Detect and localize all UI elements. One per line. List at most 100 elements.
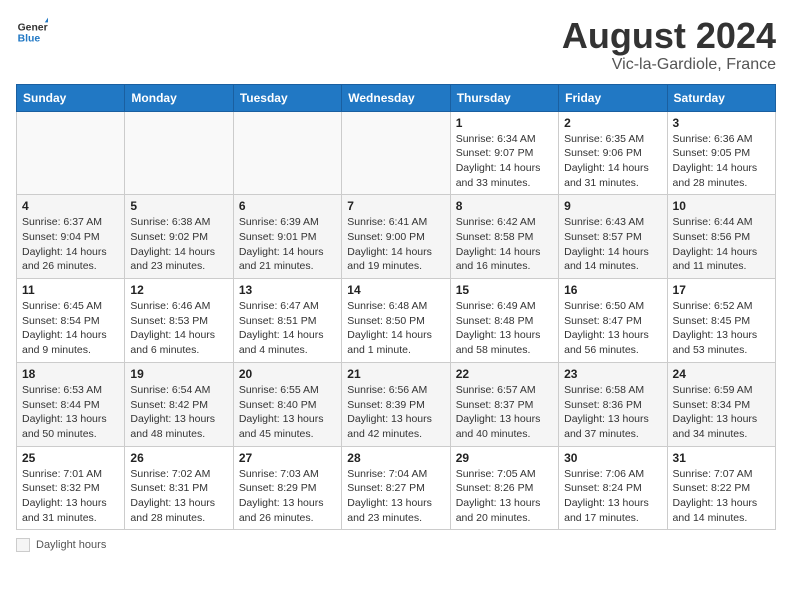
calendar-cell: 14 Sunrise: 6:48 AM Sunset: 8:50 PM Dayli… [342,279,450,363]
day-info: Sunrise: 6:58 AM Sunset: 8:36 PM Dayligh… [564,383,661,442]
day-info: Sunrise: 6:53 AM Sunset: 8:44 PM Dayligh… [22,383,119,442]
day-number: 22 [456,367,553,381]
calendar-cell: 16 Sunrise: 6:50 AM Sunset: 8:47 PM Dayli… [559,279,667,363]
day-number: 23 [564,367,661,381]
day-info: Sunrise: 7:02 AM Sunset: 8:31 PM Dayligh… [130,467,227,526]
day-info: Sunrise: 6:38 AM Sunset: 9:02 PM Dayligh… [130,215,227,274]
day-info: Sunrise: 6:39 AM Sunset: 9:01 PM Dayligh… [239,215,336,274]
day-number: 25 [22,451,119,465]
header-cell-thursday: Thursday [450,84,558,111]
calendar-subtitle: Vic-la-Gardiole, France [562,56,776,74]
header-cell-sunday: Sunday [17,84,125,111]
header-cell-saturday: Saturday [667,84,775,111]
day-number: 5 [130,199,227,213]
day-info: Sunrise: 6:45 AM Sunset: 8:54 PM Dayligh… [22,299,119,358]
day-info: Sunrise: 7:05 AM Sunset: 8:26 PM Dayligh… [456,467,553,526]
day-info: Sunrise: 6:42 AM Sunset: 8:58 PM Dayligh… [456,215,553,274]
legend-box [16,538,30,552]
day-info: Sunrise: 6:37 AM Sunset: 9:04 PM Dayligh… [22,215,119,274]
day-info: Sunrise: 6:52 AM Sunset: 8:45 PM Dayligh… [673,299,770,358]
calendar-cell: 31 Sunrise: 7:07 AM Sunset: 8:22 PM Dayli… [667,446,775,530]
day-info: Sunrise: 6:49 AM Sunset: 8:48 PM Dayligh… [456,299,553,358]
calendar-cell: 22 Sunrise: 6:57 AM Sunset: 8:37 PM Dayli… [450,362,558,446]
day-info: Sunrise: 6:54 AM Sunset: 8:42 PM Dayligh… [130,383,227,442]
calendar-cell: 10Sunrise: 6:44 AM Sunset: 8:56 PM Dayli… [667,195,775,279]
calendar-cell [342,111,450,195]
calendar-cell: 1 Sunrise: 6:34 AM Sunset: 9:07 PM Daylig… [450,111,558,195]
day-number: 2 [564,116,661,130]
day-info: Sunrise: 6:48 AM Sunset: 8:50 PM Dayligh… [347,299,444,358]
day-number: 19 [130,367,227,381]
day-number: 30 [564,451,661,465]
calendar-cell: 19 Sunrise: 6:54 AM Sunset: 8:42 PM Dayli… [125,362,233,446]
calendar-header: SundayMondayTuesdayWednesdayThursdayFrid… [17,84,776,111]
header-cell-tuesday: Tuesday [233,84,341,111]
day-info: Sunrise: 6:43 AM Sunset: 8:57 PM Dayligh… [564,215,661,274]
calendar-cell: 5 Sunrise: 6:38 AM Sunset: 9:02 PM Daylig… [125,195,233,279]
calendar-cell: 29 Sunrise: 7:05 AM Sunset: 8:26 PM Dayli… [450,446,558,530]
day-number: 31 [673,451,770,465]
day-number: 8 [456,199,553,213]
day-info: Sunrise: 6:47 AM Sunset: 8:51 PM Dayligh… [239,299,336,358]
calendar-cell: 21Sunrise: 6:56 AM Sunset: 8:39 PM Dayli… [342,362,450,446]
day-number: 27 [239,451,336,465]
calendar-row-1: 4 Sunrise: 6:37 AM Sunset: 9:04 PM Daylig… [17,195,776,279]
day-info: Sunrise: 7:01 AM Sunset: 8:32 PM Dayligh… [22,467,119,526]
calendar-cell: 8 Sunrise: 6:42 AM Sunset: 8:58 PM Daylig… [450,195,558,279]
day-number: 11 [22,283,119,297]
day-info: Sunrise: 6:34 AM Sunset: 9:07 PM Dayligh… [456,132,553,191]
legend-label: Daylight hours [36,539,106,551]
calendar-row-2: 11 Sunrise: 6:45 AM Sunset: 8:54 PM Dayli… [17,279,776,363]
legend: Daylight hours [16,538,776,552]
day-number: 28 [347,451,444,465]
day-number: 17 [673,283,770,297]
day-number: 14 [347,283,444,297]
day-number: 6 [239,199,336,213]
day-number: 29 [456,451,553,465]
day-number: 21 [347,367,444,381]
day-info: Sunrise: 6:41 AM Sunset: 9:00 PM Dayligh… [347,215,444,274]
day-number: 9 [564,199,661,213]
calendar-cell: 25 Sunrise: 7:01 AM Sunset: 8:32 PM Dayli… [17,446,125,530]
day-number: 24 [673,367,770,381]
calendar-cell: 11 Sunrise: 6:45 AM Sunset: 8:54 PM Dayli… [17,279,125,363]
header-cell-friday: Friday [559,84,667,111]
day-number: 4 [22,199,119,213]
calendar-cell: 4 Sunrise: 6:37 AM Sunset: 9:04 PM Daylig… [17,195,125,279]
calendar-cell: 12 Sunrise: 6:46 AM Sunset: 8:53 PM Dayli… [125,279,233,363]
day-info: Sunrise: 6:50 AM Sunset: 8:47 PM Dayligh… [564,299,661,358]
calendar-row-0: 1 Sunrise: 6:34 AM Sunset: 9:07 PM Daylig… [17,111,776,195]
day-info: Sunrise: 6:36 AM Sunset: 9:05 PM Dayligh… [673,132,770,191]
day-number: 20 [239,367,336,381]
day-number: 16 [564,283,661,297]
svg-text:Blue: Blue [18,34,41,45]
calendar-cell: 20 Sunrise: 6:55 AM Sunset: 8:40 PM Dayli… [233,362,341,446]
calendar-cell: 3Sunrise: 6:36 AM Sunset: 9:05 PM Daylig… [667,111,775,195]
calendar-row-4: 25 Sunrise: 7:01 AM Sunset: 8:32 PM Dayli… [17,446,776,530]
calendar-cell: 27 Sunrise: 7:03 AM Sunset: 8:29 PM Dayli… [233,446,341,530]
calendar-cell: 13Sunrise: 6:47 AM Sunset: 8:51 PM Dayli… [233,279,341,363]
page-header: General Blue August 2024 Vic-la-Gardiole… [16,16,776,74]
day-info: Sunrise: 7:06 AM Sunset: 8:24 PM Dayligh… [564,467,661,526]
calendar-body: 1 Sunrise: 6:34 AM Sunset: 9:07 PM Daylig… [17,111,776,530]
calendar-cell: 2 Sunrise: 6:35 AM Sunset: 9:06 PM Daylig… [559,111,667,195]
day-info: Sunrise: 6:35 AM Sunset: 9:06 PM Dayligh… [564,132,661,191]
day-info: Sunrise: 6:55 AM Sunset: 8:40 PM Dayligh… [239,383,336,442]
day-info: Sunrise: 7:07 AM Sunset: 8:22 PM Dayligh… [673,467,770,526]
day-info: Sunrise: 7:03 AM Sunset: 8:29 PM Dayligh… [239,467,336,526]
day-info: Sunrise: 6:57 AM Sunset: 8:37 PM Dayligh… [456,383,553,442]
day-info: Sunrise: 6:46 AM Sunset: 8:53 PM Dayligh… [130,299,227,358]
day-number: 18 [22,367,119,381]
calendar-row-3: 18 Sunrise: 6:53 AM Sunset: 8:44 PM Dayli… [17,362,776,446]
day-number: 7 [347,199,444,213]
calendar-cell: 15Sunrise: 6:49 AM Sunset: 8:48 PM Dayli… [450,279,558,363]
day-number: 1 [456,116,553,130]
calendar-cell: 9 Sunrise: 6:43 AM Sunset: 8:57 PM Daylig… [559,195,667,279]
calendar-title: August 2024 [562,16,776,56]
calendar-cell [233,111,341,195]
calendar-cell: 18 Sunrise: 6:53 AM Sunset: 8:44 PM Dayli… [17,362,125,446]
logo: General Blue [16,16,48,48]
day-number: 12 [130,283,227,297]
day-info: Sunrise: 6:44 AM Sunset: 8:56 PM Dayligh… [673,215,770,274]
calendar-cell [125,111,233,195]
